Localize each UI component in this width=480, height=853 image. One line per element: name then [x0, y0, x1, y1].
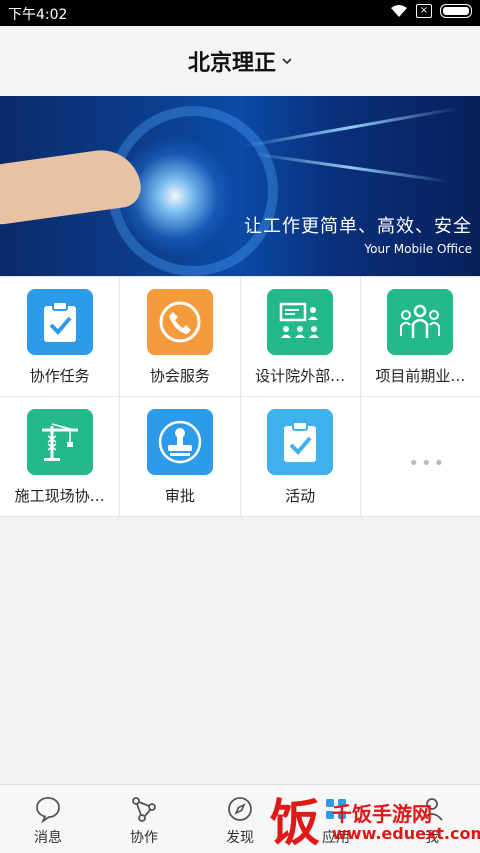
org-title[interactable]: 北京理正 [188, 45, 276, 77]
tab-label: 协作 [130, 830, 158, 846]
tab-collaboration[interactable]: 协作 [96, 785, 192, 853]
tab-label: 消息 [34, 830, 62, 846]
app-more[interactable]: ••• [360, 397, 480, 516]
app-construction-site[interactable]: 施工现场协… [0, 397, 120, 516]
svg-text:饭: 饭 [270, 794, 320, 850]
group-people-icon [387, 289, 454, 355]
more-dots-icon: ••• [408, 453, 447, 474]
app-activity[interactable]: 活动 [240, 397, 360, 516]
app-association-service[interactable]: 协会服务 [120, 277, 240, 396]
app-label: 协会服务 [149, 367, 210, 385]
share-nodes-icon [132, 797, 156, 822]
chat-bubble-icon [36, 797, 60, 823]
status-bar: 下午4:02 × [0, 0, 480, 26]
clipboard-check-icon [267, 409, 334, 475]
tab-messages[interactable]: 消息 [0, 785, 96, 853]
app-project-preliminary[interactable]: 项目前期业… [360, 277, 480, 396]
crane-icon [26, 409, 93, 475]
banner-slogan: 让工作更简单、高效、安全 [244, 216, 472, 237]
promo-banner[interactable]: 让工作更简单、高效、安全 Your Mobile Office [0, 96, 480, 276]
compass-icon [228, 797, 252, 821]
banner-light-streak [241, 106, 459, 149]
app-label: 协作任务 [29, 367, 90, 385]
clipboard-check-icon [26, 289, 93, 355]
watermark-logo-icon: 饭 [270, 794, 320, 850]
status-time: 下午4:02 [8, 7, 68, 23]
app-label: 审批 [164, 487, 195, 505]
app-label: 设计院外部… [255, 367, 346, 385]
watermark-url: www.eduext.com [332, 824, 480, 843]
banner-subslogan: Your Mobile Office [364, 242, 472, 256]
sim-x-icon: × [416, 4, 432, 18]
top-header: 北京理正 [0, 26, 480, 96]
presentation-people-icon [267, 289, 334, 355]
banner-light-streak [250, 152, 450, 183]
app-grid: 协作任务 协会服务 设计院外部… 项目前期业… 施工现场协… 审批 活动 ••• [0, 276, 480, 517]
site-watermark: 饭 千饭手游网 www.eduext.com [266, 790, 480, 850]
chevron-down-icon[interactable] [282, 56, 292, 66]
app-collab-tasks[interactable]: 协作任务 [0, 277, 120, 396]
app-label: 活动 [285, 487, 316, 505]
app-label: 项目前期业… [375, 367, 466, 385]
status-icons: × [390, 4, 472, 18]
watermark-title: 千饭手游网 [332, 802, 432, 826]
app-label: 施工现场协… [14, 487, 105, 505]
stamp-icon [146, 409, 213, 475]
wifi-icon [391, 5, 407, 17]
app-design-institute-external[interactable]: 设计院外部… [240, 277, 360, 396]
battery-icon [440, 4, 472, 18]
app-approval[interactable]: 审批 [120, 397, 240, 516]
phone-icon [146, 289, 213, 355]
